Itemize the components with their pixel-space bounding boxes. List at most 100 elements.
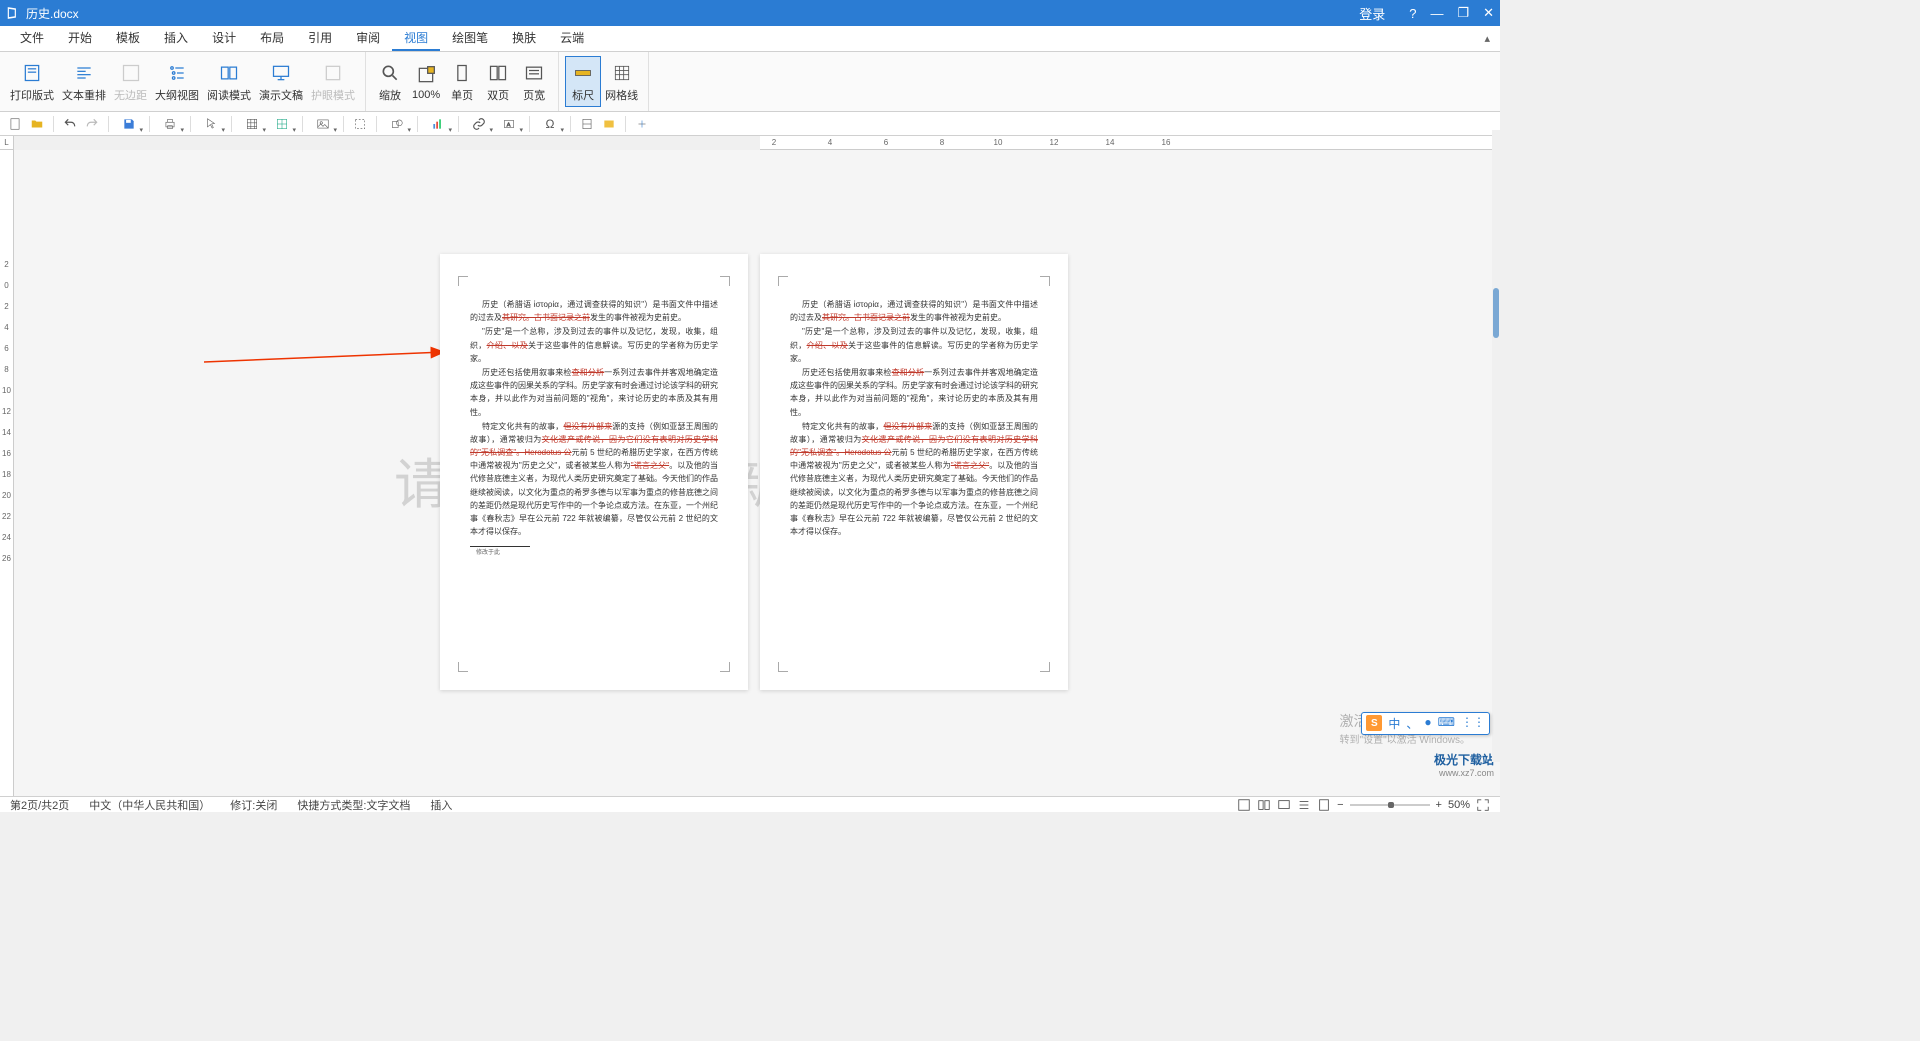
fullscreen-icon[interactable]: [1476, 798, 1490, 812]
spreadsheet-icon[interactable]: [269, 115, 295, 133]
view-web-icon[interactable]: [1277, 798, 1291, 812]
ime-logo-icon[interactable]: S: [1366, 715, 1382, 731]
status-insert-mode[interactable]: 插入: [430, 797, 452, 813]
status-shortcut-type[interactable]: 快捷方式类型:文字文档: [297, 797, 410, 813]
ribbon-单页[interactable]: 单页: [444, 56, 480, 107]
ime-keyboard-icon[interactable]: ⌨: [1438, 715, 1455, 732]
paragraph[interactable]: "历史"是一个总称，涉及到过去的事件以及记忆，发现，收集，组织，介绍、以及关于这…: [470, 325, 718, 365]
ribbon-大纲视图[interactable]: 大纲视图: [151, 56, 203, 107]
restore-button[interactable]: ❐: [1457, 5, 1469, 21]
paragraph[interactable]: 历史（希腊语 ἱστορία，通过调查获得的知识"）是书面文件中描述的过去及其研…: [470, 298, 718, 324]
document-page-2[interactable]: 历史（希腊语 ἱστορία，通过调查获得的知识"）是书面文件中描述的过去及其研…: [760, 254, 1068, 690]
无边距-icon: [119, 61, 143, 85]
ribbon-标尺[interactable]: 标尺: [565, 56, 601, 107]
equation-icon[interactable]: Ω: [537, 115, 563, 133]
ribbon-页宽[interactable]: 页宽: [516, 56, 552, 107]
ime-menu-icon[interactable]: ⋮⋮: [1461, 715, 1485, 732]
缩放-icon: [378, 61, 402, 85]
table-icon[interactable]: [239, 115, 265, 133]
textbox-icon[interactable]: A: [496, 115, 522, 133]
paragraph[interactable]: 历史（希腊语 ἱστορία，通过调查获得的知识"）是书面文件中描述的过去及其研…: [790, 298, 1038, 324]
titlebar: 历史.docx 登录 ? — ❐ ✕: [0, 0, 1500, 26]
vertical-scrollbar[interactable]: [1492, 130, 1500, 762]
ime-punct[interactable]: 、: [1406, 715, 1418, 732]
zoom-out-button[interactable]: −: [1337, 799, 1343, 811]
ribbon-演示文稿[interactable]: 演示文稿: [255, 56, 307, 107]
menu-云端[interactable]: 云端: [548, 25, 596, 51]
close-button[interactable]: ✕: [1483, 5, 1494, 21]
zoom-in-button[interactable]: +: [1436, 799, 1442, 811]
view-read-icon[interactable]: [1257, 798, 1271, 812]
link-icon[interactable]: [466, 115, 492, 133]
menu-插入[interactable]: 插入: [152, 25, 200, 51]
chart-icon[interactable]: [425, 115, 451, 133]
scrollbar-thumb[interactable]: [1493, 288, 1499, 338]
more-icon[interactable]: [633, 115, 651, 133]
paragraph[interactable]: "历史"是一个总称，涉及到过去的事件以及记忆，发现，收集，组织，介绍、以及关于这…: [790, 325, 1038, 365]
ribbon-无边距: 无边距: [110, 56, 151, 107]
演示文稿-icon: [269, 61, 293, 85]
menu-审阅[interactable]: 审阅: [344, 25, 392, 51]
minimize-button[interactable]: —: [1430, 6, 1443, 21]
status-track-changes[interactable]: 修订:关闭: [230, 797, 277, 813]
menu-模板[interactable]: 模板: [104, 25, 152, 51]
menu-设计[interactable]: 设计: [200, 25, 248, 51]
redo-icon[interactable]: [83, 115, 101, 133]
ime-voice-icon[interactable]: ●: [1424, 715, 1431, 732]
menu-开始[interactable]: 开始: [56, 25, 104, 51]
双页-icon: [486, 61, 510, 85]
undo-icon[interactable]: [61, 115, 79, 133]
ribbon-100%[interactable]: 100%: [408, 56, 444, 107]
help-button[interactable]: ?: [1409, 6, 1416, 21]
shape-icon[interactable]: [384, 115, 410, 133]
save-icon[interactable]: [116, 115, 142, 133]
ribbon-双页[interactable]: 双页: [480, 56, 516, 107]
zoom-level[interactable]: 50%: [1448, 799, 1470, 811]
document-canvas[interactable]: 请更新最新版本 历史（希腊语 ἱστορία，通过调查获得的知识"）是书面文件中…: [14, 150, 1500, 796]
statusbar: 第2页/共2页 中文（中华人民共和国） 修订:关闭 快捷方式类型:文字文档 插入…: [0, 796, 1500, 812]
screenshot-icon[interactable]: [351, 115, 369, 133]
paragraph[interactable]: 历史还包括使用叙事来检查和分析一系列过去事件并客观地确定造成这些事件的因果关系的…: [470, 366, 718, 419]
section-icon[interactable]: [578, 115, 596, 133]
highlight-icon[interactable]: [600, 115, 618, 133]
view-outline-icon[interactable]: [1297, 798, 1311, 812]
ribbon-group-show: 标尺网格线: [559, 52, 649, 111]
ribbon-缩放[interactable]: 缩放: [372, 56, 408, 107]
login-link[interactable]: 登录: [1359, 4, 1385, 23]
ribbon-阅读模式[interactable]: 阅读模式: [203, 56, 255, 107]
ribbon-打印版式[interactable]: 打印版式: [6, 56, 58, 107]
cursor-icon[interactable]: [198, 115, 224, 133]
paragraph[interactable]: 特定文化共有的故事，但没有外部来源的支持（例如亚瑟王周围的故事），通常被归为文化…: [470, 420, 718, 539]
menu-文件[interactable]: 文件: [8, 25, 56, 51]
view-print-icon[interactable]: [1237, 798, 1251, 812]
ribbon-group-zoom: 缩放100%单页双页页宽: [366, 52, 559, 111]
menu-视图[interactable]: 视图: [392, 25, 440, 51]
vertical-ruler[interactable]: 202468101214161820222426: [0, 150, 14, 796]
quick-access-toolbar: A Ω: [0, 112, 1500, 136]
paragraph[interactable]: 历史还包括使用叙事来检查和分析一系列过去事件并客观地确定造成这些事件的因果关系的…: [790, 366, 1038, 419]
标尺-icon: [571, 61, 595, 85]
ribbon-文本重排[interactable]: 文本重排: [58, 56, 110, 107]
view-draft-icon[interactable]: [1317, 798, 1331, 812]
menu-布局[interactable]: 布局: [248, 25, 296, 51]
picture-icon[interactable]: [310, 115, 336, 133]
zoom-slider[interactable]: [1350, 804, 1430, 806]
new-doc-icon[interactable]: [6, 115, 24, 133]
ime-lang[interactable]: 中: [1388, 715, 1400, 732]
open-icon[interactable]: [28, 115, 46, 133]
ribbon-网格线[interactable]: 网格线: [601, 56, 642, 107]
paragraph[interactable]: 特定文化共有的故事，但没有外部来源的支持（例如亚瑟王周围的故事），通常被归为文化…: [790, 420, 1038, 539]
site-watermark: 极光下载站 www.xz7.com: [1434, 751, 1494, 778]
print-icon[interactable]: [157, 115, 183, 133]
ribbon-group-views: 打印版式文本重排无边距大纲视图阅读模式演示文稿护眼模式: [0, 52, 366, 111]
status-page-count[interactable]: 第2页/共2页: [10, 797, 69, 813]
document-page-1[interactable]: 历史（希腊语 ἱστορία，通过调查获得的知识"）是书面文件中描述的过去及其研…: [440, 254, 748, 690]
menu-引用[interactable]: 引用: [296, 25, 344, 51]
menu-绘图笔[interactable]: 绘图笔: [440, 25, 500, 51]
collapse-ribbon-icon[interactable]: ▴: [1484, 32, 1490, 45]
status-language[interactable]: 中文（中华人民共和国）: [89, 797, 210, 813]
horizontal-ruler[interactable]: 246810121416: [760, 136, 1500, 150]
页宽-icon: [522, 61, 546, 85]
ime-toolbar[interactable]: S 中 、 ● ⌨ ⋮⋮: [1361, 712, 1490, 735]
menu-换肤[interactable]: 换肤: [500, 25, 548, 51]
